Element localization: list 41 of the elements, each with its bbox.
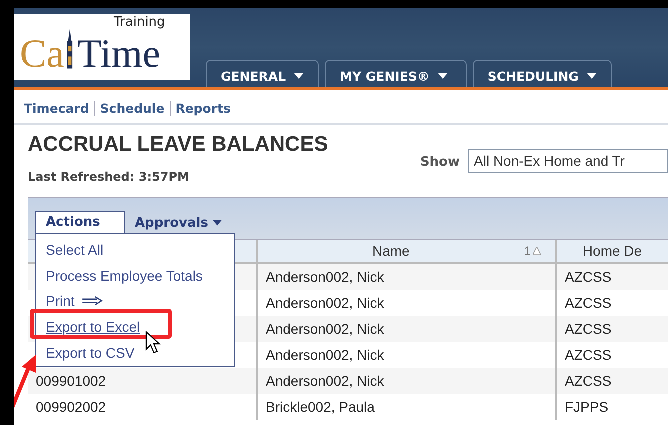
toolbar-tab[interactable]: Approvals: [125, 212, 232, 234]
menu-item[interactable]: Select All: [46, 241, 104, 259]
table-cell: Brickle002, Paula: [258, 394, 557, 420]
last-refreshed-text: Last Refreshed: 3:57PM: [28, 170, 190, 184]
logo-subtitle: Training: [114, 15, 166, 30]
table-cell-text: AZCSS: [564, 372, 613, 391]
column-header[interactable]: Name 1: [258, 240, 557, 262]
menu-item[interactable]: Process Employee Totals: [46, 267, 203, 284]
menu-item[interactable]: Export to Excel: [46, 318, 140, 336]
table-cell: Anderson002, Nick: [258, 316, 557, 342]
nav-link[interactable]: Timecard: [24, 100, 94, 116]
nav-link[interactable]: Reports: [170, 100, 236, 116]
menu-item[interactable]: Print: [46, 292, 105, 310]
table-cell-text: AZCSS: [564, 268, 613, 287]
arrow-icon: [80, 295, 105, 308]
table-cell-text: AZCSS: [564, 294, 613, 313]
toolbar-tab[interactable]: Actions: [35, 211, 125, 233]
logo-text: Ca: [20, 34, 64, 74]
page-title: ACCRUAL LEAVE BALANCES: [28, 133, 330, 157]
nav-link[interactable]: Schedule: [94, 100, 170, 116]
caret-icon: [213, 220, 222, 226]
nav-tab[interactable]: MY GENIES®: [325, 60, 467, 87]
logo-text: Time: [77, 34, 160, 74]
caret-icon: [294, 73, 304, 79]
caret-icon: [586, 73, 597, 79]
sort-rank: 1: [524, 244, 531, 258]
show-label: Show: [420, 155, 460, 170]
table-cell-text: FJPPS: [564, 398, 610, 417]
table-cell-text: AZCSS: [564, 320, 613, 339]
sort-ascending-icon: [533, 247, 541, 255]
table-cell: 009902002: [28, 394, 258, 420]
table-cell: Anderson002, Nick: [258, 368, 557, 394]
show-select[interactable]: All Non-Ex Home and Tr: [468, 149, 668, 173]
column-header[interactable]: Home De: [557, 240, 668, 262]
caret-icon: [438, 73, 448, 79]
nav-tab[interactable]: SCHEDULING: [472, 60, 612, 87]
nav-tab[interactable]: GENERAL: [206, 60, 320, 87]
menu-item[interactable]: Export to CSV: [46, 344, 135, 362]
cursor-icon: [145, 331, 161, 355]
table-cell-text: AZCSS: [564, 346, 613, 365]
table-cell: Anderson002, Nick: [258, 264, 557, 290]
